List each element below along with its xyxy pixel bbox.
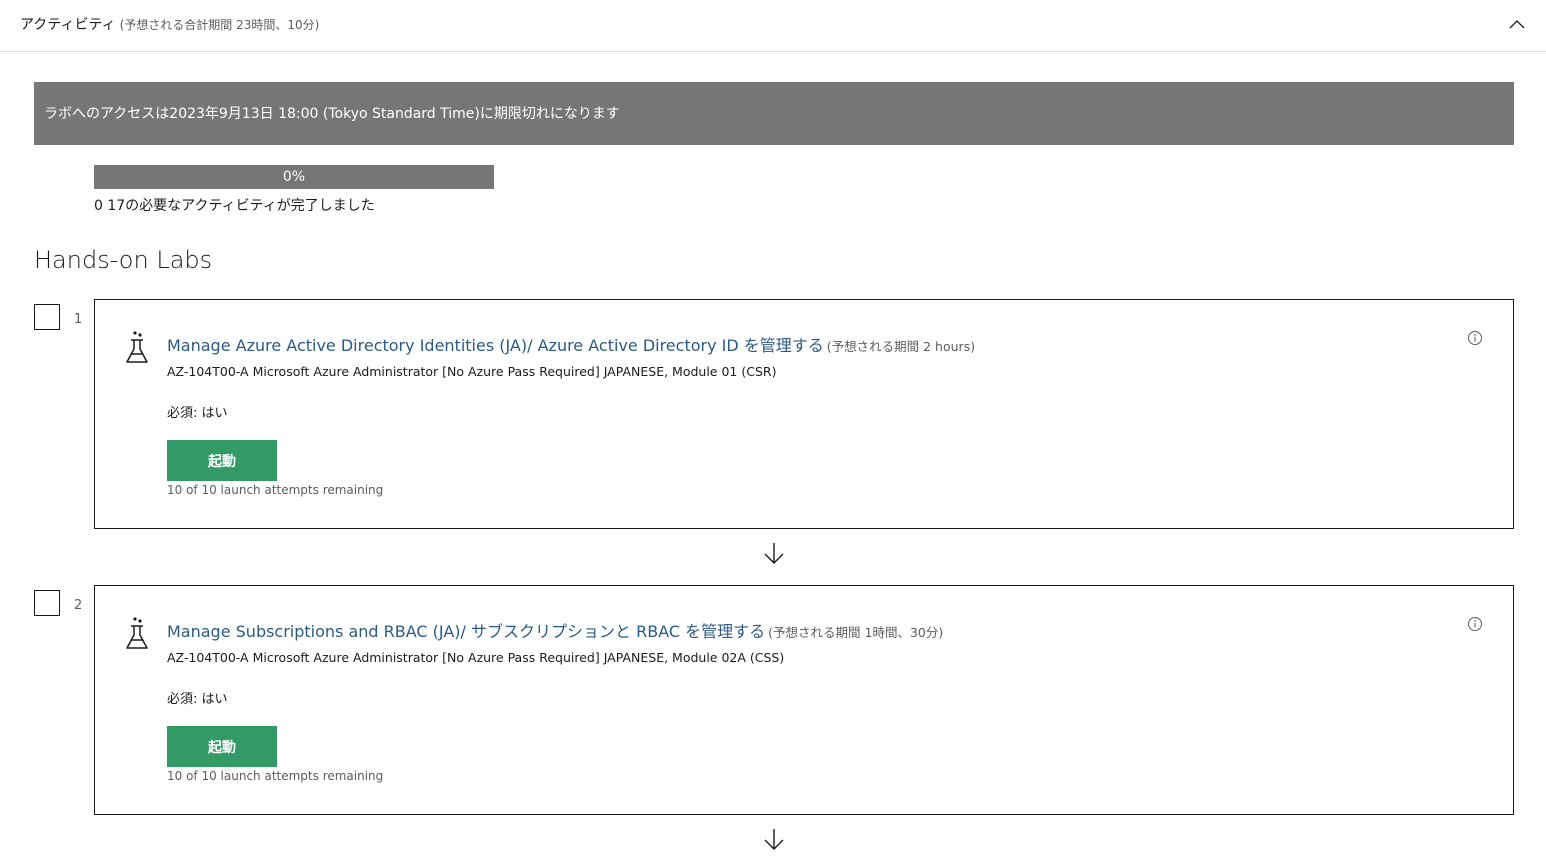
section-total-duration: (予想される合計期間 23時間、10分) (119, 18, 320, 32)
lab-2-launch-button[interactable]: 起動 (167, 726, 277, 767)
lab-1-launch-button[interactable]: 起動 (167, 440, 277, 481)
lab-2-checkbox[interactable] (34, 590, 60, 616)
section-title-text: アクティビティ (20, 17, 116, 33)
lab-2-course: AZ-104T00-A Microsoft Azure Administrato… (167, 650, 785, 665)
arrow-down-icon (764, 829, 784, 850)
arrow-down-icon (764, 543, 784, 564)
flask-icon (126, 617, 148, 649)
hands-on-labs-heading: Hands-on Labs (34, 246, 213, 274)
info-icon[interactable] (1467, 330, 1483, 346)
lab-1-required: 必須: はい (167, 406, 228, 421)
lab-expiry-banner: ラボへのアクセスは2023年9月13日 18:00 (Tokyo Standar… (34, 82, 1514, 145)
lab-2-title-line: Manage Subscriptions and RBAC (JA)/ サブスク… (167, 618, 943, 642)
chevron-up-icon (1509, 20, 1525, 29)
progress-percent-label: 0% (282, 169, 306, 185)
lab-2-duration: (予想される期間 1時間、30分) (768, 625, 944, 640)
lab-expiry-text: ラボへのアクセスは2023年9月13日 18:00 (Tokyo Standar… (44, 106, 620, 122)
lab-1-checkbox[interactable] (34, 304, 60, 330)
lab-2-attempts-remaining: 10 of 10 launch attempts remaining (167, 769, 384, 783)
lab-1-attempts-remaining: 10 of 10 launch attempts remaining (167, 483, 384, 497)
lab-2-title-link[interactable]: Manage Subscriptions and RBAC (JA)/ サブスク… (167, 622, 765, 641)
lab-1-title-line: Manage Azure Active Directory Identities… (167, 332, 975, 356)
info-icon[interactable] (1467, 616, 1483, 632)
lab-2-required: 必須: はい (167, 692, 228, 707)
collapse-button[interactable] (1504, 12, 1530, 36)
progress-bar: 0% (94, 165, 494, 189)
lab-card-2: Manage Subscriptions and RBAC (JA)/ サブスク… (94, 585, 1514, 815)
lab-2-number: 2 (74, 598, 83, 613)
activities-section-header[interactable]: アクティビティ (予想される合計期間 23時間、10分) (0, 0, 1546, 52)
lab-1-duration: (予想される期間 2 hours) (826, 339, 976, 354)
lab-1-number: 1 (74, 312, 83, 327)
progress-status-text: 0 17の必要なアクティビティが完了しました (94, 198, 375, 214)
lab-1-course: AZ-104T00-A Microsoft Azure Administrato… (167, 364, 777, 379)
section-title: アクティビティ (予想される合計期間 23時間、10分) (20, 14, 319, 34)
lab-1-title-link[interactable]: Manage Azure Active Directory Identities… (167, 336, 824, 355)
flask-icon (126, 331, 148, 363)
lab-card-1: Manage Azure Active Directory Identities… (94, 299, 1514, 529)
